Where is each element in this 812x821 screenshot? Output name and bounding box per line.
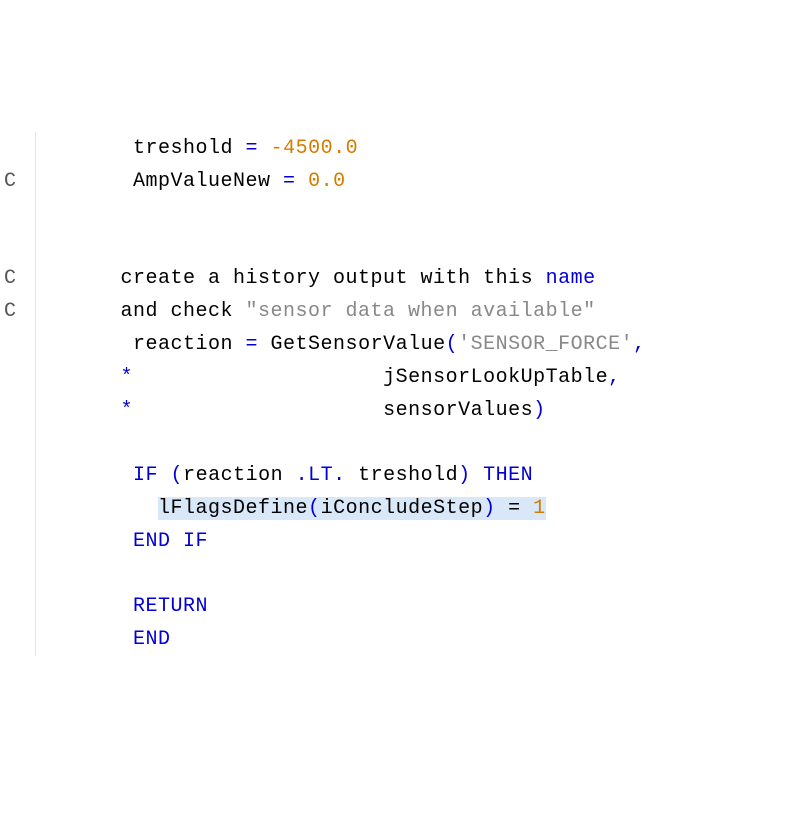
code-token <box>58 530 133 553</box>
code-line[interactable]: END IF <box>0 525 812 558</box>
code-token: 1 <box>533 497 546 520</box>
code-token: "sensor data when available" <box>246 300 596 323</box>
code-token: iConcludeStep <box>321 497 484 520</box>
code-line[interactable] <box>0 427 812 459</box>
line-margin <box>0 558 58 590</box>
line-margin <box>0 132 58 165</box>
code-token: .LT. <box>296 464 346 487</box>
line-margin <box>0 328 58 361</box>
line-content[interactable]: * jSensorLookUpTable, <box>58 361 621 394</box>
line-margin: C <box>0 165 58 198</box>
code-token: THEN <box>483 464 533 487</box>
line-content[interactable]: treshold = -4500.0 <box>58 132 358 165</box>
code-token: , <box>608 366 621 389</box>
line-content[interactable]: RETURN <box>58 590 208 623</box>
code-token: 'SENSOR_FORCE' <box>458 333 633 356</box>
code-token: lFlagsDefine <box>158 497 308 520</box>
line-margin <box>0 623 58 656</box>
code-token: ) <box>533 399 546 422</box>
code-token: * <box>121 366 134 389</box>
code-line[interactable]: * sensorValues) <box>0 394 812 427</box>
code-line[interactable]: IF (reaction .LT. treshold) THEN <box>0 459 812 492</box>
code-token: ) <box>458 464 471 487</box>
code-token: ( <box>171 464 184 487</box>
line-margin <box>0 394 58 427</box>
code-token: END <box>133 628 171 651</box>
line-content[interactable]: END <box>58 623 171 656</box>
code-token <box>58 628 133 651</box>
code-token <box>471 464 484 487</box>
line-margin <box>0 198 58 230</box>
line-content[interactable]: * sensorValues) <box>58 394 546 427</box>
line-margin <box>0 525 58 558</box>
line-content[interactable]: lFlagsDefine(iConcludeStep) = 1 <box>58 492 546 525</box>
code-editor[interactable]: treshold = -4500.0C AmpValueNew = 0.0C c… <box>0 132 812 656</box>
code-token: name <box>546 267 596 290</box>
code-line[interactable]: lFlagsDefine(iConcludeStep) = 1 <box>0 492 812 525</box>
code-line[interactable]: END <box>0 623 812 656</box>
code-token: ) <box>483 497 496 520</box>
code-token <box>58 464 133 487</box>
code-line[interactable]: treshold = -4500.0 <box>0 132 812 165</box>
code-line[interactable] <box>0 558 812 590</box>
line-content[interactable]: create a history output with this name <box>58 262 596 295</box>
code-token <box>58 366 121 389</box>
code-token <box>58 595 133 618</box>
code-token: and check <box>58 300 246 323</box>
code-line[interactable] <box>0 230 812 262</box>
code-token: = <box>283 170 296 193</box>
code-token: = <box>496 497 534 520</box>
code-token: -4500.0 <box>271 137 359 160</box>
line-content[interactable]: AmpValueNew = 0.0 <box>58 165 346 198</box>
line-content[interactable]: END IF <box>58 525 208 558</box>
line-margin <box>0 361 58 394</box>
line-margin <box>0 492 58 525</box>
line-margin: C <box>0 262 58 295</box>
code-token: = <box>246 333 259 356</box>
code-token: END IF <box>133 530 208 553</box>
code-token <box>58 399 121 422</box>
code-token: 0.0 <box>308 170 346 193</box>
code-token: reaction <box>183 464 296 487</box>
code-token <box>258 137 271 160</box>
line-content[interactable]: reaction = GetSensorValue('SENSOR_FORCE'… <box>58 328 646 361</box>
code-token: * <box>121 399 134 422</box>
code-line[interactable] <box>0 198 812 230</box>
code-token: reaction <box>58 333 246 356</box>
code-token: , <box>633 333 646 356</box>
code-token: = <box>246 137 259 160</box>
code-token: treshold <box>58 137 246 160</box>
line-content[interactable]: and check "sensor data when available" <box>58 295 596 328</box>
code-token: treshold <box>346 464 459 487</box>
code-token <box>58 497 158 520</box>
code-line[interactable]: reaction = GetSensorValue('SENSOR_FORCE'… <box>0 328 812 361</box>
line-margin: C <box>0 295 58 328</box>
code-token: AmpValueNew <box>58 170 283 193</box>
code-line[interactable]: RETURN <box>0 590 812 623</box>
code-line[interactable]: C create a history output with this name <box>0 262 812 295</box>
code-token: ( <box>446 333 459 356</box>
code-token <box>158 464 171 487</box>
code-line[interactable]: C and check "sensor data when available" <box>0 295 812 328</box>
code-line[interactable]: C AmpValueNew = 0.0 <box>0 165 812 198</box>
code-token: sensorValues <box>133 399 533 422</box>
line-margin <box>0 230 58 262</box>
line-content[interactable]: IF (reaction .LT. treshold) THEN <box>58 459 533 492</box>
code-token: IF <box>133 464 158 487</box>
code-token: jSensorLookUpTable <box>133 366 608 389</box>
code-line[interactable]: * jSensorLookUpTable, <box>0 361 812 394</box>
code-token <box>296 170 309 193</box>
code-token: RETURN <box>133 595 208 618</box>
code-token: ( <box>308 497 321 520</box>
line-margin <box>0 459 58 492</box>
code-token: GetSensorValue <box>258 333 446 356</box>
code-token: create a history output with this <box>58 267 546 290</box>
line-margin <box>0 590 58 623</box>
line-margin <box>0 427 58 459</box>
